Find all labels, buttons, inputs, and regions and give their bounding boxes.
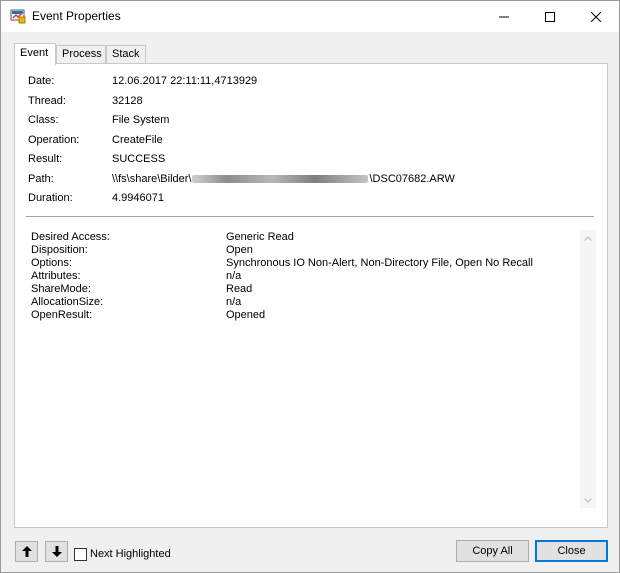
next-highlighted-option[interactable]: Next Highlighted bbox=[74, 547, 171, 561]
next-event-button[interactable] bbox=[45, 541, 68, 562]
tab-stack[interactable]: Stack bbox=[106, 45, 146, 64]
property-value: CreateFile bbox=[112, 134, 163, 146]
path-prefix: \\fs\share\Bilder\ bbox=[112, 173, 192, 185]
detail-label: ShareMode: bbox=[31, 283, 91, 295]
tab-process[interactable]: Process bbox=[56, 45, 106, 64]
detail-row: Desired Access: Generic Read bbox=[31, 231, 579, 244]
detail-row: AllocationSize: n/a bbox=[31, 296, 579, 309]
property-value: 12.06.2017 22:11:11,4713929 bbox=[112, 75, 258, 87]
minimize-icon bbox=[499, 16, 509, 17]
property-label: Class: bbox=[28, 114, 59, 126]
detail-label: OpenResult: bbox=[31, 309, 93, 321]
title-bar[interactable]: Event Properties bbox=[1, 1, 619, 32]
property-label: Result: bbox=[28, 153, 63, 165]
path-suffix: \DSC07682.ARW bbox=[369, 173, 455, 185]
event-properties-window: Event Properties Event Process Stack Dat… bbox=[0, 0, 620, 573]
detail-row: Attributes: n/a bbox=[31, 270, 579, 283]
arrow-down-icon bbox=[51, 546, 62, 557]
arrow-up-icon bbox=[21, 546, 32, 557]
window-title: Event Properties bbox=[32, 9, 121, 23]
monitor-app-icon bbox=[10, 8, 26, 24]
copy-all-button[interactable]: Copy All bbox=[456, 540, 529, 562]
property-label: Duration: bbox=[28, 192, 73, 204]
detail-row: Disposition: Open bbox=[31, 244, 579, 257]
detail-value: Read bbox=[226, 283, 253, 295]
scroll-down-button[interactable] bbox=[580, 492, 596, 508]
separator-line bbox=[26, 216, 594, 217]
property-value: 4.9946071 bbox=[112, 192, 164, 204]
detail-row: Options: Synchronous IO Non-Alert, Non-D… bbox=[31, 257, 579, 270]
vertical-scrollbar[interactable] bbox=[580, 230, 596, 508]
property-label: Path: bbox=[28, 173, 54, 185]
maximize-button[interactable] bbox=[527, 1, 573, 32]
detail-value: n/a bbox=[226, 296, 242, 308]
tab-event[interactable]: Event bbox=[14, 43, 56, 65]
detail-label: Disposition: bbox=[31, 244, 88, 256]
detail-value: Synchronous IO Non-Alert, Non-Directory … bbox=[226, 257, 533, 269]
detail-label: Desired Access: bbox=[31, 231, 110, 243]
redacted-path-segment bbox=[192, 175, 369, 184]
detail-row: ShareMode: Read bbox=[31, 283, 579, 296]
chevron-down-icon bbox=[584, 497, 592, 503]
property-value-path: \\fs\share\Bilder\ \DSC07682.ARW bbox=[112, 173, 455, 185]
next-highlighted-checkbox[interactable] bbox=[74, 547, 87, 561]
property-value: 32128 bbox=[112, 95, 143, 107]
detail-label: Attributes: bbox=[31, 270, 81, 282]
next-highlighted-label: Next Highlighted bbox=[90, 548, 171, 560]
detail-row: OpenResult: Opened bbox=[31, 309, 579, 322]
chevron-up-icon bbox=[584, 235, 592, 241]
detail-value: Open bbox=[226, 244, 253, 256]
close-button[interactable]: Close bbox=[535, 540, 608, 562]
property-value: File System bbox=[112, 114, 170, 126]
property-label: Thread: bbox=[28, 95, 66, 107]
detail-value: Opened bbox=[226, 309, 266, 321]
detail-list[interactable]: Desired Access: Generic Read Disposition… bbox=[31, 231, 579, 322]
maximize-icon bbox=[545, 11, 555, 22]
detail-value: Generic Read bbox=[226, 231, 294, 243]
detail-value: n/a bbox=[226, 270, 242, 282]
event-panel: Date: 12.06.2017 22:11:11,4713929 Thread… bbox=[14, 63, 608, 528]
close-window-button[interactable] bbox=[573, 1, 619, 32]
scroll-up-button[interactable] bbox=[580, 230, 596, 246]
detail-label: AllocationSize: bbox=[31, 296, 104, 308]
property-label: Date: bbox=[28, 75, 55, 87]
property-label: Operation: bbox=[28, 134, 80, 146]
property-value: SUCCESS bbox=[112, 153, 166, 165]
minimize-button[interactable] bbox=[481, 1, 527, 32]
previous-event-button[interactable] bbox=[15, 541, 38, 562]
close-icon bbox=[591, 11, 601, 22]
detail-label: Options: bbox=[31, 257, 72, 269]
